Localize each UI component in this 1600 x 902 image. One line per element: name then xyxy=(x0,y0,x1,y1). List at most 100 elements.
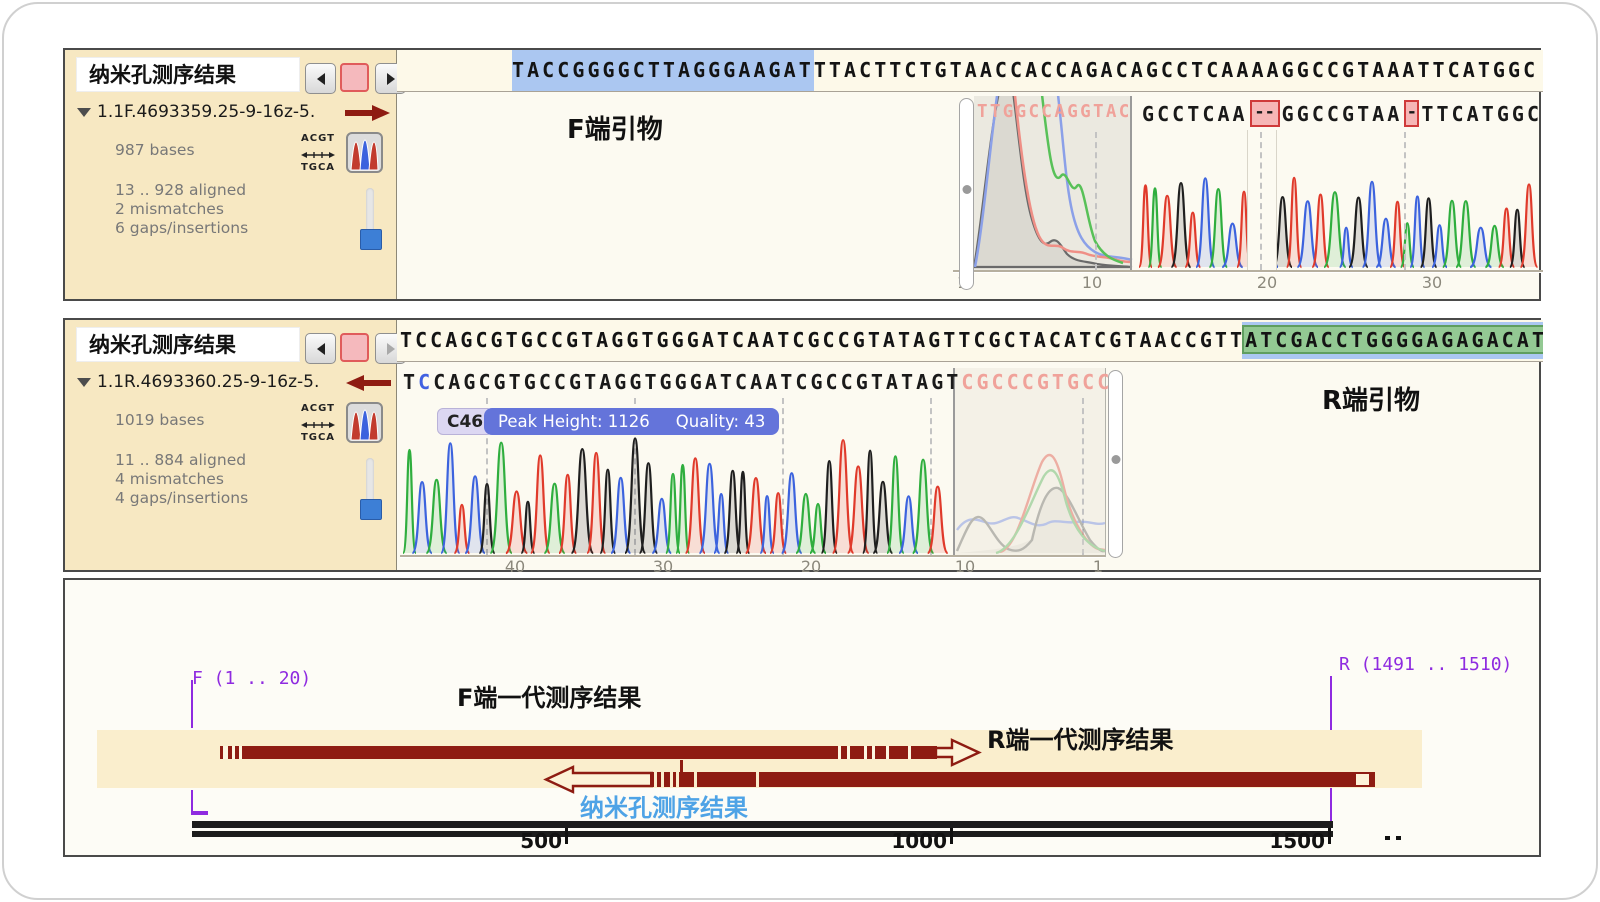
zoom-slider-handle[interactable] xyxy=(360,499,382,520)
ruler-number: 500 xyxy=(520,829,562,853)
gap-marker[interactable]: - xyxy=(1404,100,1419,127)
acgt-icon[interactable]: ACGT TGCA xyxy=(297,134,339,173)
read-color-button[interactable] xyxy=(340,333,369,362)
nanopore-read-label: 纳米孔测序结果 xyxy=(580,788,748,823)
left-arrow-icon xyxy=(317,343,325,355)
mismatch-tick xyxy=(756,772,759,787)
forward-read-sidebar: 纳米孔测序结果 1.1F.4693359.25-9-16z-5. 987 bas… xyxy=(65,50,397,299)
right-arrow-icon xyxy=(387,73,395,85)
unaligned-trace-curves xyxy=(957,455,1105,553)
chromatogram-traces xyxy=(400,368,1105,555)
base-count: 1019 bases xyxy=(115,411,204,429)
r-sanger-read-bar[interactable] xyxy=(650,772,1375,787)
ruler-number: 1000 xyxy=(891,829,947,853)
mismatch-tick xyxy=(223,746,228,759)
peak-tooltip: Peak Height: 1126 Quality: 43 xyxy=(484,408,779,435)
forward-direction-arrow-icon xyxy=(345,105,391,125)
unaligned-read-bases[interactable]: TTGGCCAGGTAC xyxy=(977,102,1132,122)
ruler-tick-label: 20 xyxy=(1257,273,1277,292)
ruler-tick-label: 20 xyxy=(801,557,821,576)
alignment-boundary xyxy=(1130,96,1132,272)
reference-sequence[interactable]: TACCGGGGCTTAGGGAAGATTTACTTCTGTAACCACCAGA… xyxy=(397,50,1543,91)
forward-read-panel: 纳米孔测序结果 1.1F.4693359.25-9-16z-5. 987 bas… xyxy=(63,48,1541,301)
ruler-tick xyxy=(950,828,953,844)
nanopore-read-bar[interactable] xyxy=(192,831,1333,837)
acgt-arrows-icon xyxy=(301,421,335,429)
prev-read-button[interactable] xyxy=(305,333,336,364)
left-arrow-icon xyxy=(317,73,325,85)
ruler-tick xyxy=(1328,828,1331,844)
ruler-line xyxy=(953,270,1543,273)
alignment-stats: 11 .. 884 aligned 4 mismatches 4 gaps/in… xyxy=(115,451,248,508)
ruler-tick-label: 30 xyxy=(653,557,673,576)
right-arrow-icon xyxy=(387,343,395,355)
insertion-tick xyxy=(680,760,683,772)
gap-marker[interactable]: -- xyxy=(1250,100,1280,127)
reference-sequence-row[interactable]: TCCAGCGTGCCGTAGGTGGGATCAATCGCCGTATAGTTCG… xyxy=(397,320,1543,362)
acgt-arrows-icon xyxy=(301,151,335,159)
mismatch-tick xyxy=(908,746,911,759)
mismatch-tick xyxy=(864,746,867,759)
panel-title: 纳米孔测序结果 xyxy=(76,327,300,362)
read-name[interactable]: 1.1F.4693359.25-9-16z-5. xyxy=(97,102,315,122)
r-sanger-label: R端一代测序结果 xyxy=(987,720,1173,755)
ruler-tick xyxy=(565,828,568,844)
mismatch-tick xyxy=(232,746,235,759)
mismatch-tick xyxy=(670,772,673,787)
chromatogram-toggle-icon[interactable] xyxy=(346,402,383,443)
f-primer-range-label[interactable]: F (1 .. 20) xyxy=(192,668,311,689)
collapse-triangle-icon[interactable] xyxy=(77,378,91,387)
mismatch-tick xyxy=(239,746,242,759)
gap-gridline xyxy=(1260,132,1262,270)
r-primer-label: R端引物 xyxy=(1322,380,1420,417)
base-count: 987 bases xyxy=(115,141,195,159)
mismatch-tick xyxy=(694,772,697,787)
ruler-dot xyxy=(1385,836,1390,840)
read-bases-row[interactable]: GCCTCAA--GGCCGTAA-TTCATGGC xyxy=(1142,100,1542,127)
chromatogram-toggle-icon[interactable] xyxy=(346,132,383,173)
collapse-triangle-icon[interactable] xyxy=(77,108,91,117)
read-color-button[interactable] xyxy=(340,63,369,92)
gap-gridline xyxy=(1404,132,1406,270)
ruler-tick-label: 30 xyxy=(1422,273,1442,292)
ruler-tick-label: 1 xyxy=(1093,557,1103,576)
f-sanger-read-bar[interactable] xyxy=(220,746,937,759)
f-primer-bracket xyxy=(191,680,193,728)
f-primer-bracket-foot xyxy=(191,811,208,815)
ruler-number: 1500 xyxy=(1269,829,1325,853)
mismatch-tick xyxy=(838,746,841,759)
panel-title: 纳米孔测序结果 xyxy=(76,57,300,92)
mismatch-tick xyxy=(654,772,657,787)
f-sanger-label: F端一代测序结果 xyxy=(457,678,641,713)
gap-band xyxy=(1247,130,1277,270)
trace-pan-slider[interactable] xyxy=(1108,370,1123,558)
nanopore-read-bar[interactable] xyxy=(192,821,1333,828)
alignment-stats: 13 .. 928 aligned 2 mismatches 6 gaps/in… xyxy=(115,181,248,238)
prev-read-button[interactable] xyxy=(305,63,336,94)
f-primer-label: F端引物 xyxy=(567,109,663,146)
f-read-arrowhead-icon xyxy=(935,738,982,767)
selected-base[interactable]: C xyxy=(418,370,433,394)
alignment-viewer-window: 纳米孔测序结果 1.1F.4693359.25-9-16z-5. 987 bas… xyxy=(0,0,1600,902)
reverse-read-sidebar: 纳米孔测序结果 1.1R.4693360.25-9-16z-5. 1019 ba… xyxy=(65,320,397,570)
read-name[interactable]: 1.1R.4693360.25-9-16z-5. xyxy=(97,372,319,392)
reverse-direction-arrow-icon xyxy=(345,375,391,395)
alignment-boundary xyxy=(953,368,955,557)
trace-right-edge xyxy=(1105,368,1106,557)
ruler-dot xyxy=(1396,836,1401,840)
reference-sequence-row[interactable]: TACCGGGGCTTAGGGAAGATTTACTTCTGTAACCACCAGA… xyxy=(397,50,1543,92)
ruler-tick-label: 10 xyxy=(955,557,975,576)
reverse-read-panel: 纳米孔测序结果 1.1R.4693360.25-9-16z-5. 1019 ba… xyxy=(63,318,1541,572)
zoom-slider-handle[interactable] xyxy=(360,229,382,250)
trace-pan-slider[interactable] xyxy=(959,98,974,290)
read-end-block xyxy=(1356,774,1369,785)
acgt-icon[interactable]: ACGT TGCA xyxy=(297,404,339,443)
mismatch-tick xyxy=(661,772,664,787)
mismatch-tick xyxy=(847,746,850,759)
gridline xyxy=(1095,132,1097,270)
mismatch-tick xyxy=(886,746,889,759)
read-bases-row[interactable]: TCCAGCGTGCCGTAGGTGGGATCAATCGCCGTATAGTCGC… xyxy=(403,370,1112,394)
ruler-tick-label: 10 xyxy=(1082,273,1102,292)
r-primer-range-label[interactable]: R (1491 .. 1510) xyxy=(1339,654,1512,675)
reference-sequence[interactable]: TCCAGCGTGCCGTAGGTGGGATCAATCGCCGTATAGTTCG… xyxy=(397,320,1543,361)
